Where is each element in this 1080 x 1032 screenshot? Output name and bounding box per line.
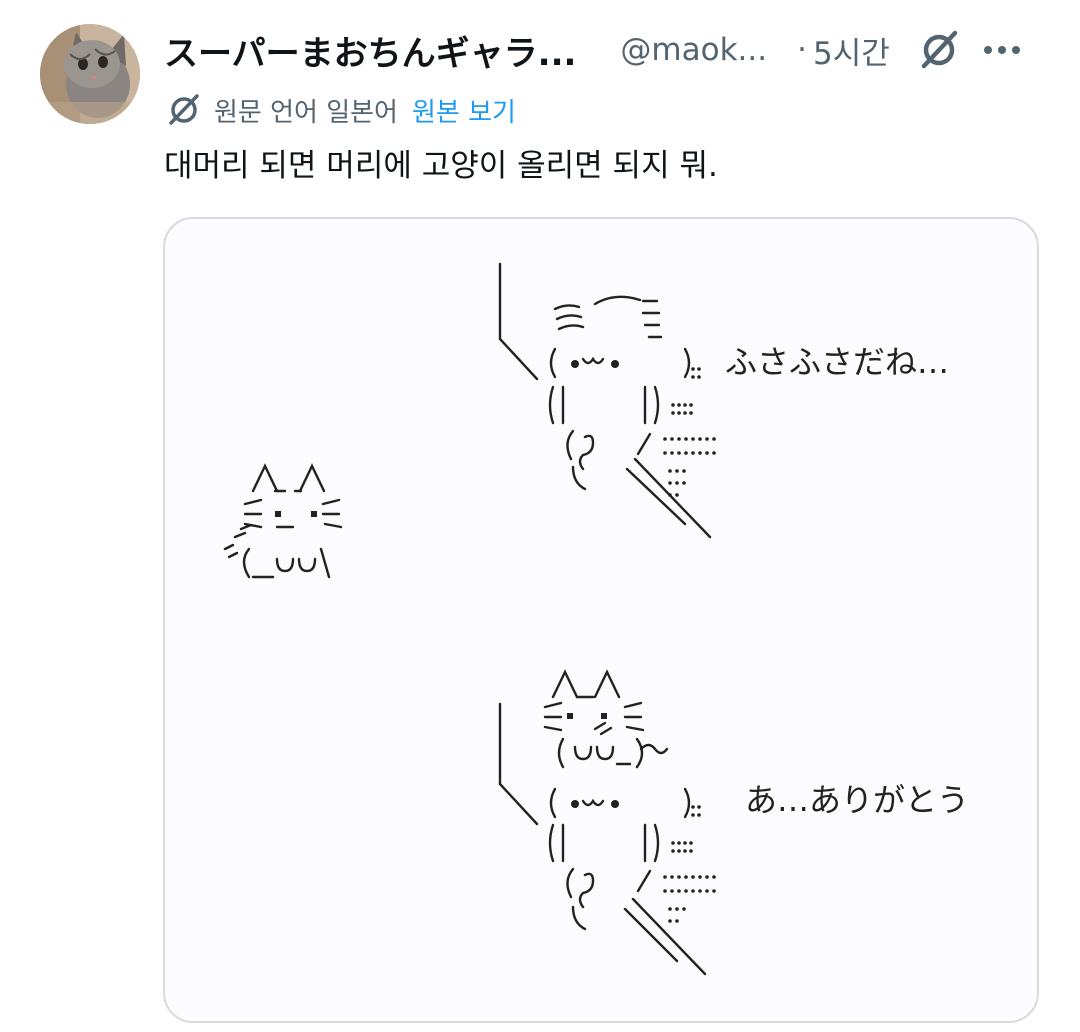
translation-label: 원문 언어 일본어 [214,97,398,128]
tweet-text: 대머리 되면 머리에 고양이 올리면 되지 뭐. [164,148,718,184]
media-image[interactable]: ふさふさだね… あ…ありがとう [163,217,1039,1023]
grok-icon [921,30,957,69]
tweet-timestamp[interactable]: 5시간 [813,28,890,73]
more-options-button[interactable] [982,30,1022,70]
translation-bar: 원문 언어 일본어 원본 보기 [166,88,516,132]
tweet-header: スーパーまおちんギャラ... @maok... · 5시간 [164,22,1060,78]
ascii-art-illustration: ふさふさだね… あ…ありがとう [223,262,969,976]
cat-photo-avatar-icon [40,24,140,124]
caption-top: ふさふさだね… [725,343,949,381]
more-dots-icon [983,46,1020,54]
author-display-name[interactable]: スーパーまおちんギャラ... [164,26,576,75]
avatar[interactable] [40,24,140,124]
author-handle[interactable]: @maok... [620,32,767,68]
grok-translate-icon [169,94,199,125]
grok-button[interactable] [916,27,962,73]
view-original-link[interactable]: 원본 보기 [412,92,516,129]
separator-dot: · [797,32,807,68]
caption-bottom: あ…ありがとう [745,781,969,819]
